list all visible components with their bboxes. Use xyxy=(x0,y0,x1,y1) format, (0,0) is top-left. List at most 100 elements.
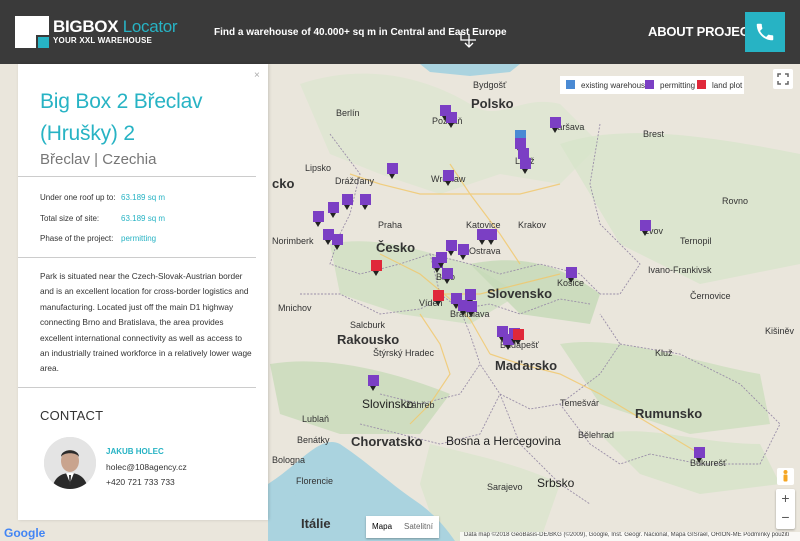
zoom-out-button[interactable]: − xyxy=(776,509,795,525)
zoom-controls: + − xyxy=(776,489,795,529)
phone-button[interactable] xyxy=(745,12,785,52)
map-label-city: Salcburk xyxy=(350,320,386,330)
map-label-city: Bydgošť xyxy=(473,80,507,90)
map-label-city: Bělehrad xyxy=(578,430,615,440)
map-type-map-button[interactable]: Mapa xyxy=(366,516,398,537)
map-label-city: Norimberk xyxy=(272,236,314,246)
permitting-marker[interactable] xyxy=(566,267,577,283)
map-label-city: Berlín xyxy=(336,108,360,118)
map-label-city: Florencie xyxy=(296,476,334,486)
avatar xyxy=(44,437,96,489)
spec-label: Total size of site: xyxy=(40,214,100,223)
map-label-city: Štýrský Hradec xyxy=(373,348,435,358)
map-label-country: cko xyxy=(272,176,295,191)
legend-swatch-permitting xyxy=(645,80,654,89)
permitting-marker[interactable] xyxy=(640,220,651,236)
map-label-city: Mnichov xyxy=(278,303,312,313)
logo-text: BIGBOX Locator xyxy=(53,17,178,36)
map-label-country: Itálie xyxy=(301,516,331,531)
map-type-satellite-button[interactable]: Satelitní xyxy=(398,516,439,537)
close-icon[interactable]: × xyxy=(254,70,260,81)
map-label-city: Praha xyxy=(378,220,403,230)
zoom-in-button[interactable]: + xyxy=(776,490,795,506)
map-label-city: Sarajevo xyxy=(487,482,523,492)
permitting-marker[interactable] xyxy=(446,240,457,256)
map-label-country: Chorvatsko xyxy=(351,434,423,449)
warehouse-info-panel: × Big Box 2 Břeclav (Hrušky) 2 Břeclav |… xyxy=(18,64,268,520)
map-label-country: Srbsko xyxy=(537,476,575,490)
map-label-city: Kišiněv xyxy=(765,326,795,336)
permitting-marker[interactable] xyxy=(387,163,398,179)
google-logo: Google xyxy=(4,526,46,540)
map-label-city: Rovno xyxy=(722,196,749,206)
phone-icon xyxy=(756,23,774,41)
permitting-marker[interactable] xyxy=(550,117,561,133)
map-label-city: Ostrava xyxy=(469,246,501,256)
logo-subtitle: YOUR XXL WAREHOUSE xyxy=(53,36,153,45)
spec-value: 63.189 sq m xyxy=(121,214,166,223)
spec-label: Phase of the project: xyxy=(40,234,114,243)
map-label-city: Brest xyxy=(643,129,665,139)
legend-swatch-land-plot xyxy=(697,80,706,89)
legend-item: existing warehouse xyxy=(566,80,649,90)
map-label-city: Bologna xyxy=(272,455,306,465)
map-label-country: Rakousko xyxy=(337,332,400,347)
contact-photo xyxy=(44,437,96,489)
warehouse-location: Břeclav | Czechia xyxy=(40,151,157,168)
permitting-marker[interactable] xyxy=(458,244,469,260)
permitting-marker[interactable] xyxy=(443,170,454,186)
permitting-marker[interactable] xyxy=(313,211,324,227)
permitting-marker[interactable] xyxy=(486,229,497,245)
permitting-marker[interactable] xyxy=(520,158,531,174)
map-label-city: Černovice xyxy=(690,291,731,301)
spec-label: Under one roof up to: xyxy=(40,193,116,202)
legend-item: permitting xyxy=(645,80,695,90)
map-label-country: Rumunsko xyxy=(635,406,703,421)
permitting-marker[interactable] xyxy=(694,447,705,463)
land-plot-marker[interactable] xyxy=(513,329,524,345)
map-label-country: Maďarsko xyxy=(495,358,558,373)
map-label-country: Slovensko xyxy=(487,286,553,301)
land-plot-marker[interactable] xyxy=(371,260,382,276)
permitting-marker[interactable] xyxy=(466,301,477,317)
street-view-button[interactable] xyxy=(777,468,794,485)
map-label-city: Benátky xyxy=(297,435,330,445)
map-label-country: Bosna a Hercegovina xyxy=(446,434,561,448)
divider xyxy=(18,257,256,258)
legend-swatch-existing xyxy=(566,80,575,89)
about-project-link[interactable]: ABOUT PROJECT xyxy=(648,24,757,39)
divider xyxy=(18,387,256,388)
map-label-city: Temešvár xyxy=(560,398,600,408)
logo-mark-icon xyxy=(15,16,49,48)
map-label-city: Kluž xyxy=(655,348,673,358)
spec-value: permitting xyxy=(121,234,157,243)
land-plot-marker[interactable] xyxy=(433,290,444,306)
map-label-country: Polsko xyxy=(471,96,514,111)
permitting-marker[interactable] xyxy=(332,234,343,250)
map-label-city: Krakov xyxy=(518,220,547,230)
pegman-icon xyxy=(783,470,788,482)
permitting-marker[interactable] xyxy=(368,375,379,391)
spec-value: 63.189 sq m xyxy=(121,193,166,202)
permitting-marker[interactable] xyxy=(465,289,476,305)
legend-item: land plot xyxy=(697,80,742,90)
map-label-city: Lublaň xyxy=(302,414,330,424)
contact-email[interactable]: holec@108agency.cz xyxy=(106,462,187,472)
contact-phone[interactable]: +420 721 733 733 xyxy=(106,477,175,487)
arrow-down-icon[interactable] xyxy=(459,30,479,50)
permitting-marker[interactable] xyxy=(442,268,453,284)
map-attribution[interactable]: Data map ©2018 GeoBasis-DE/BKG (©2009), … xyxy=(460,532,800,541)
permitting-marker[interactable] xyxy=(446,112,457,128)
permitting-marker[interactable] xyxy=(436,252,447,268)
map-label-city: Ivano-Frankivsk xyxy=(648,265,712,275)
permitting-marker[interactable] xyxy=(342,194,353,210)
permitting-marker[interactable] xyxy=(328,202,339,218)
map-label-country: Česko xyxy=(376,240,416,255)
permitting-marker[interactable] xyxy=(360,194,371,210)
map-label-city: Drážďany xyxy=(335,176,375,186)
map-label-city: Ternopil xyxy=(680,236,712,246)
map-label-city: Záhřeb xyxy=(406,400,435,410)
logo[interactable]: BIGBOX Locator YOUR XXL WAREHOUSE xyxy=(15,16,178,48)
existing-warehouse-marker[interactable] xyxy=(515,130,526,138)
fullscreen-button[interactable] xyxy=(773,69,793,89)
